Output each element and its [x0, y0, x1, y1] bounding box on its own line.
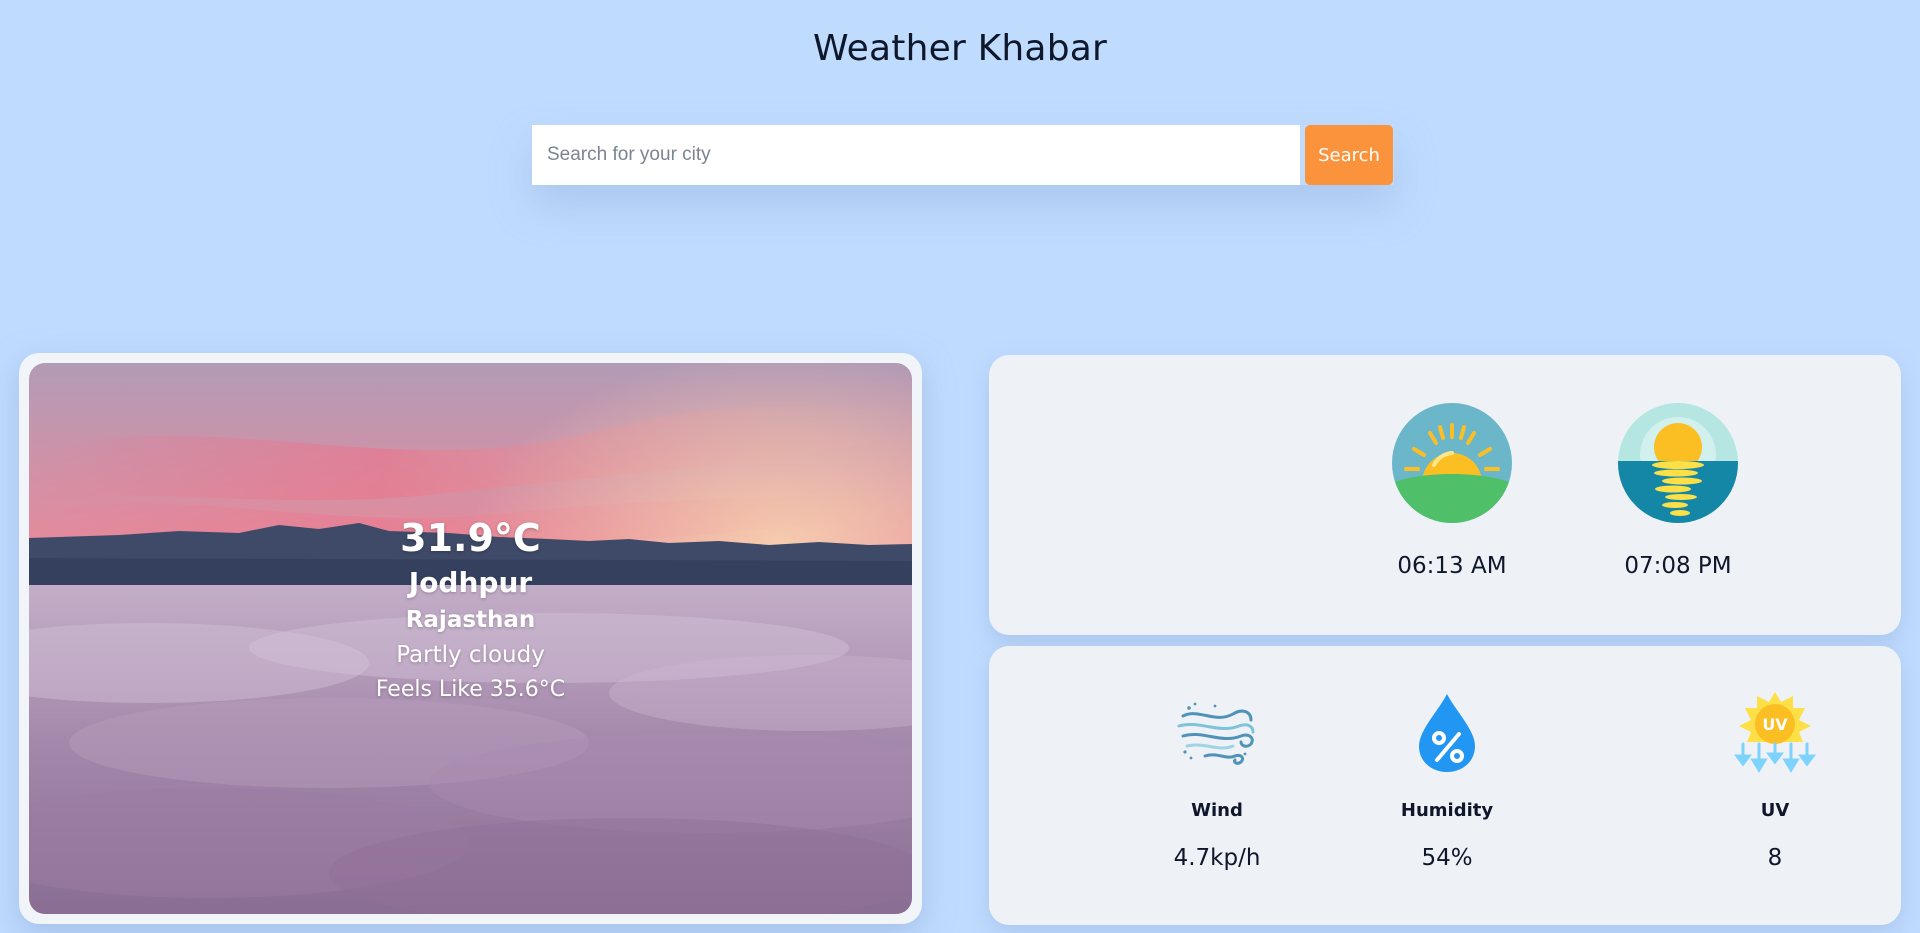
sun-times-card: 06:13 AM 07:08 PM — [989, 355, 1901, 635]
sunset-icon — [1618, 403, 1738, 523]
wind-value: 4.7kp/h — [1173, 845, 1261, 871]
city-name: Jodhpur — [408, 566, 533, 599]
humidity-stat: Humidity 54% — [1347, 690, 1547, 871]
humidity-icon — [1419, 694, 1475, 772]
humidity-label: Humidity — [1400, 800, 1494, 821]
region-name: Rajasthan — [405, 607, 536, 633]
wind-stat: Wind 4.7kp/h — [1117, 690, 1317, 871]
search-button[interactable]: Search — [1305, 125, 1393, 185]
current-weather-card: 31.9°C Jodhpur Rajasthan Partly cloudy F… — [19, 353, 922, 924]
sunset-time: 07:08 PM — [1624, 553, 1732, 579]
sunrise-item: 06:13 AM — [1332, 403, 1572, 579]
uv-icon: UV — [1734, 692, 1816, 773]
page-title: Weather Khabar — [812, 28, 1108, 69]
search-bar: Search — [532, 125, 1394, 185]
temperature-value: 31.9°C — [400, 516, 541, 560]
condition-text: Partly cloudy — [396, 642, 545, 668]
svg-text:UV: UV — [1762, 715, 1788, 734]
search-input[interactable] — [532, 125, 1300, 185]
weather-background-image: 31.9°C Jodhpur Rajasthan Partly cloudy F… — [29, 363, 912, 914]
weather-summary: 31.9°C Jodhpur Rajasthan Partly cloudy F… — [29, 513, 912, 707]
sunrise-icon — [1392, 403, 1512, 523]
sunset-item: 07:08 PM — [1558, 403, 1798, 579]
uv-label: UV — [1760, 800, 1790, 821]
wind-icon — [1177, 702, 1255, 765]
weather-stats-card: Wind 4.7kp/h Humidity 54% UV UV 8 — [989, 646, 1901, 925]
uv-value: 8 — [1767, 845, 1783, 871]
sunrise-time: 06:13 AM — [1397, 553, 1507, 579]
uv-stat: UV UV 8 — [1675, 690, 1875, 871]
humidity-value: 54% — [1421, 845, 1473, 871]
feels-like-text: Feels Like 35.6°C — [375, 677, 566, 702]
wind-label: Wind — [1191, 800, 1243, 821]
